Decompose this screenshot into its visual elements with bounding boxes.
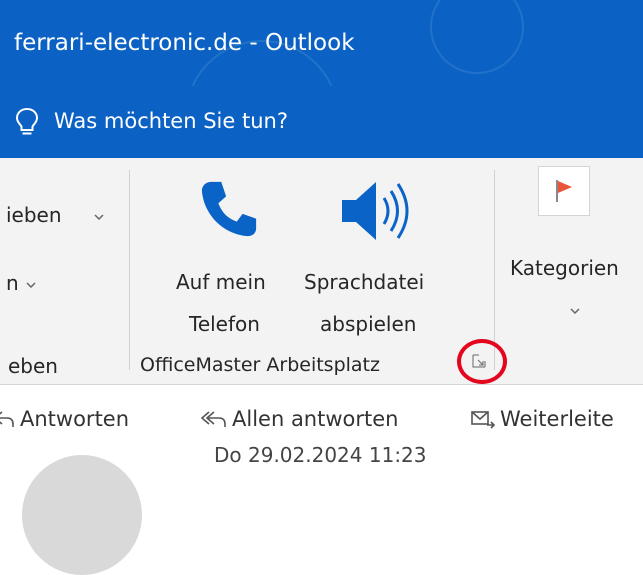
officemaster-group-label: OfficeMaster Arbeitsplatz [140, 354, 380, 376]
highlight-circle [457, 339, 507, 384]
respond-dropdown-button[interactable]: ieben [0, 200, 118, 234]
reply-all-label: Allen antworten [232, 407, 399, 431]
window-title: ferrari-electronic.de - Outlook [14, 30, 355, 56]
reply-all-icon [200, 411, 226, 427]
categorize-label: Kategorien [510, 256, 619, 280]
forward-icon [471, 411, 496, 429]
forward-label: Weiterleite [500, 407, 614, 431]
categorize-button[interactable]: Kategorien [504, 248, 643, 322]
lightbulb-icon [15, 107, 39, 135]
play-voice-file-button[interactable]: Sprachdatei abspielen [298, 172, 454, 342]
tell-me-bar: Was möchten Sie tun? [0, 86, 643, 158]
phone-icon [201, 181, 257, 237]
tell-me-label: Was möchten Sie tun? [54, 109, 288, 133]
reading-pane: Antworten Allen antworten Weiterleite Do… [0, 385, 643, 575]
more-dropdown-button[interactable]: n [0, 268, 50, 302]
group-divider [494, 170, 495, 370]
group-divider [129, 170, 130, 370]
call-on-my-phone-button[interactable]: Auf mein Telefon [168, 172, 294, 342]
reply-all-button[interactable]: Allen antworten [200, 407, 398, 431]
chevron-down-icon [26, 282, 36, 288]
respond-label: ieben [6, 203, 62, 227]
call-label-line2: Telefon [189, 312, 260, 336]
more-label: n [6, 271, 19, 295]
title-decoration [430, 0, 524, 74]
chevron-down-icon [570, 308, 580, 314]
sender-avatar [22, 455, 142, 575]
forward-button[interactable]: Weiterleite [470, 407, 614, 431]
left-group-label: eben [8, 354, 58, 378]
followup-flag-button[interactable] [538, 166, 590, 216]
ribbon: ieben n eben Auf mein Telefon Sprachdate… [0, 158, 643, 385]
reply-label: Antworten [20, 407, 130, 431]
reply-icon [0, 411, 14, 427]
reply-button[interactable]: Antworten [0, 407, 129, 431]
speaker-icon [342, 182, 409, 240]
chevron-down-icon [94, 214, 104, 220]
flag-icon [556, 180, 572, 202]
message-date: Do 29.02.2024 11:23 [214, 443, 427, 467]
call-label-line1: Auf mein [176, 270, 266, 294]
title-bar: ferrari-electronic.de - Outlook [0, 0, 643, 86]
tell-me-search[interactable]: Was möchten Sie tun? [8, 98, 368, 146]
play-label-line2: abspielen [320, 312, 417, 336]
play-label-line1: Sprachdatei [304, 270, 425, 294]
